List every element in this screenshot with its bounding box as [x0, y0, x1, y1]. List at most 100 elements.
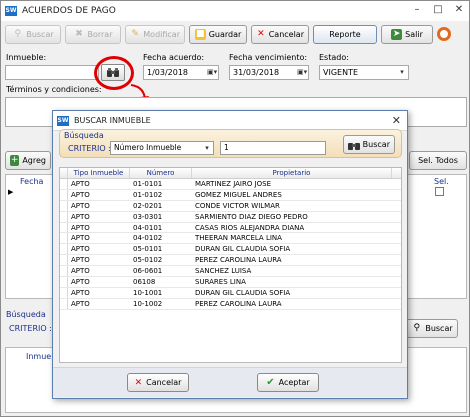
cell-propietario: SANCHEZ LUISA	[195, 267, 252, 276]
cell-tipo: APTO	[71, 267, 90, 276]
estado-label: Estado:	[319, 53, 349, 62]
reporte-button[interactable]: Reporte	[313, 24, 377, 44]
background-criterio-label: CRITERIO :	[9, 324, 52, 333]
table-row[interactable]: APTO 04-0102 THEERAN MARCELA LINA	[60, 233, 401, 245]
cell-numero: 05-0102	[133, 256, 163, 265]
agregar-button[interactable]: + Agreg	[5, 151, 51, 170]
sel-todos-button[interactable]: Sel. Todos	[409, 151, 467, 170]
inmueble-label: Inmueble:	[6, 53, 47, 62]
column-header: Tipo Inmueble	[68, 168, 130, 178]
cell-numero: 04-0102	[133, 234, 163, 243]
fecha-column-header: Fecha	[20, 177, 44, 186]
toolbar: ⚲ Buscar ✖ Borrar ✎ Modificar ■ Guardar ✕ Can…	[5, 23, 465, 45]
cell-propietario: PEREZ CAROLINA LAURA	[195, 299, 282, 308]
inmueble-input[interactable]	[5, 65, 99, 80]
background-busqueda-label: Búsqueda	[6, 310, 46, 319]
cancel-icon: ✕	[257, 28, 265, 39]
row-selector	[60, 255, 68, 266]
criterio-select[interactable]: Número Inmueble ▾	[110, 141, 214, 155]
cell-numero: 04-0101	[133, 223, 163, 232]
maximize-button[interactable]: □	[432, 4, 444, 16]
cell-tipo: APTO	[71, 201, 90, 210]
row-selector	[60, 277, 68, 287]
cell-propietario: MARTINEZ JAIRO JOSE	[195, 180, 272, 188]
dialog-buscar-button[interactable]: Buscar	[343, 135, 395, 154]
app-icon: SW	[57, 115, 69, 126]
row-selector	[60, 244, 68, 255]
modificar-button[interactable]: ✎ Modificar	[125, 24, 185, 44]
chevron-down-icon: ▾	[400, 68, 404, 76]
row-selector	[60, 222, 68, 233]
fecha-acuerdo-input[interactable]: 1/03/2018 ▣▾	[143, 65, 219, 80]
cell-propietario: CASAS RIOS ALEJANDRA DIANA	[195, 223, 305, 232]
cell-propietario: DURAN GIL CLAUDIA SOFIA	[195, 245, 291, 254]
cell-numero: 06108	[133, 278, 156, 287]
cell-tipo: APTO	[71, 180, 90, 188]
search-panel: Búsqueda CRITERIO : Número Inmueble ▾ 1 B…	[59, 129, 402, 158]
cell-tipo: APTO	[71, 223, 90, 232]
save-icon: ■	[194, 28, 206, 40]
close-button[interactable]: ✕	[453, 4, 465, 16]
search-icon: ⚲	[14, 28, 22, 39]
background-buscar-button[interactable]: ⚲ Buscar	[406, 319, 458, 338]
criterio-label: CRITERIO :	[68, 144, 111, 153]
table-row[interactable]: APTO 06108 SURARES LINA	[60, 277, 401, 288]
delete-icon: ✖	[75, 28, 83, 39]
cell-propietario: CONDE VICTOR WILMAR	[195, 201, 280, 210]
chevron-down-icon: ▾	[205, 144, 209, 152]
select-checkbox[interactable]	[435, 187, 444, 196]
search-input[interactable]: 1	[220, 141, 326, 155]
binoculars-icon: ⚲	[413, 323, 421, 333]
dialog-close-icon[interactable]: ✕	[392, 114, 401, 127]
fecha-vencimiento-input[interactable]: 31/03/2018 ▣▾	[229, 65, 309, 80]
salir-button[interactable]: ➤ Salir	[381, 24, 433, 44]
cell-tipo: APTO	[71, 299, 90, 308]
cancel-button[interactable]: ✕ Cancelar	[127, 373, 189, 392]
buscar-inmueble-dialog: SW BUSCAR INMUEBLE ✕ Búsqueda CRITERIO :…	[52, 110, 408, 399]
cell-propietario: PEREZ CAROLINA LAURA	[195, 256, 282, 265]
acuerdos-de-pago-window: SW ACUERDOS DE PAGO – □ ✕ ⚲ Buscar ✖ Borra…	[0, 0, 470, 417]
table-row[interactable]: APTO 05-0102 PEREZ CAROLINA LAURA	[60, 255, 401, 267]
buscar-button[interactable]: ⚲ Buscar	[5, 24, 61, 44]
table-row[interactable]: APTO 01-0102 GOMEZ MIGUEL ANDRES	[60, 189, 401, 201]
table-row[interactable]: APTO 06-0601 SANCHEZ LUISA	[60, 266, 401, 278]
fecha-vencimiento-label: Fecha vencimiento:	[229, 53, 308, 62]
table-row[interactable]: APTO 10-1002 PEREZ CAROLINA LAURA	[60, 298, 401, 310]
accept-button[interactable]: ✔ Aceptar	[257, 373, 319, 392]
dialog-title: BUSCAR INMUEBLE	[74, 116, 151, 125]
cancelar-button[interactable]: ✕ Cancelar	[251, 24, 309, 44]
estado-select[interactable]: VIGENTE ▾	[319, 65, 409, 80]
table-row[interactable]: APTO 03-0301 SARMIENTO DIAZ DIEGO PEDRO	[60, 211, 401, 223]
exit-door-icon: ➤	[391, 28, 403, 40]
row-pointer-icon: ▶	[8, 188, 14, 196]
cell-numero: 02-0201	[133, 201, 163, 210]
cell-numero: 01-0101	[133, 180, 163, 188]
column-header: Número	[130, 168, 192, 178]
terminos-label: Términos y condiciones:	[6, 85, 102, 94]
busqueda-label: Búsqueda	[64, 131, 104, 140]
calendar-dropdown-icon[interactable]: ▣▾	[297, 67, 307, 78]
cell-tipo: APTO	[71, 212, 90, 221]
guardar-button[interactable]: ■ Guardar	[189, 24, 247, 44]
cell-numero: 10-1001	[133, 288, 163, 297]
table-row[interactable]: APTO 01-0101 MARTINEZ JAIRO JOSE	[60, 179, 401, 190]
inmuebles-grid: Tipo Inmueble Número Propietario APTO 01-…	[59, 167, 402, 363]
minimize-button[interactable]: –	[411, 4, 423, 16]
cell-tipo: APTO	[71, 256, 90, 265]
cell-tipo: APTO	[71, 190, 90, 199]
cell-numero: 01-0102	[133, 190, 163, 199]
table-row[interactable]: APTO 04-0101 CASAS RIOS ALEJANDRA DIANA	[60, 222, 401, 234]
add-icon: +	[10, 155, 20, 166]
window-titlebar: SW ACUERDOS DE PAGO – □ ✕	[1, 1, 469, 21]
calendar-dropdown-icon[interactable]: ▣▾	[207, 67, 217, 78]
borrar-button[interactable]: ✖ Borrar	[65, 24, 121, 44]
help-lifebuoy-icon[interactable]	[437, 27, 451, 41]
cell-numero: 10-1002	[133, 299, 163, 308]
table-row[interactable]: APTO 05-0101 DURAN GIL CLAUDIA SOFIA	[60, 244, 401, 256]
table-row[interactable]: APTO 10-1001 DURAN GIL CLAUDIA SOFIA	[60, 287, 401, 299]
sel-column-header: Sel.	[434, 177, 449, 186]
binoculars-icon	[348, 142, 360, 150]
app-icon: SW	[5, 6, 17, 16]
cell-propietario: THEERAN MARCELA LINA	[195, 234, 282, 243]
table-row[interactable]: APTO 02-0201 CONDE VICTOR WILMAR	[60, 200, 401, 212]
